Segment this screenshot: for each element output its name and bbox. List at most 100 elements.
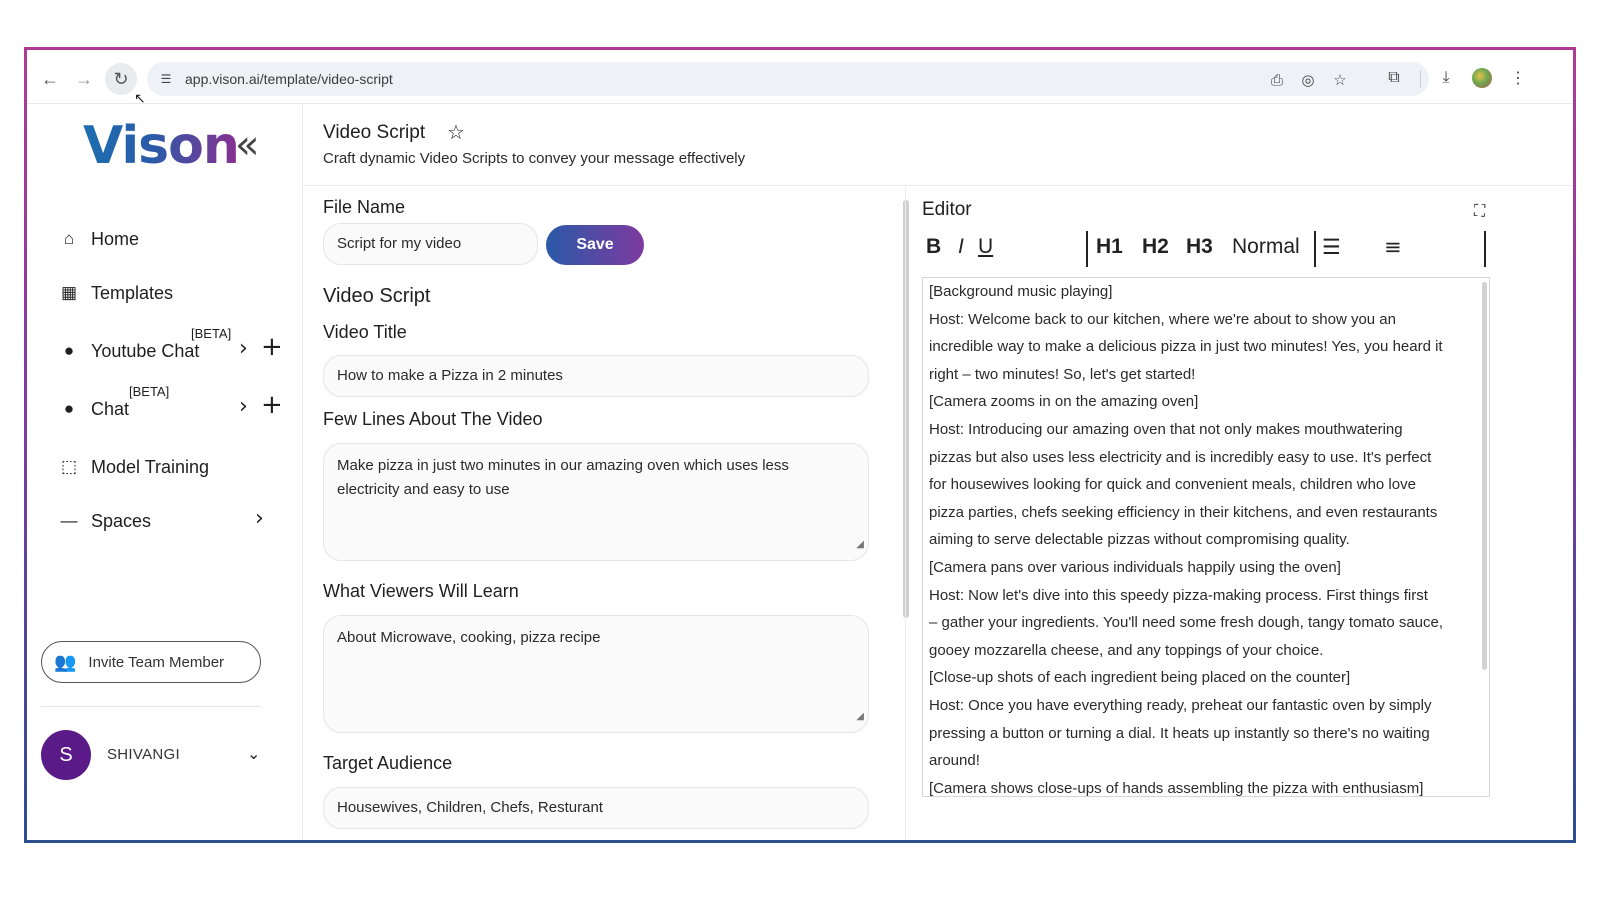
back-arrow-icon[interactable]: ← [39,68,61,90]
editor-line: aiming to serve delectable pizzas withou… [929,531,1350,549]
editor-line: [Camera pans over various individuals ha… [929,558,1341,576]
editor-line: incredible way to make a delicious pizza… [929,338,1443,356]
install-app-icon[interactable]: ⎙ [1267,70,1287,90]
audience-input[interactable]: Housewives, Children, Chefs, Resturant [323,787,869,829]
browser-toolbar: ← → ↻ ↖ ☰ app.vison.ai/template/video-sc… [27,50,1573,106]
add-youtube-chat-icon[interactable]: + [261,332,283,362]
sidebar-item-label: Spaces [91,510,152,531]
sidebar-item-templates[interactable]: ▦ Templates [57,278,173,308]
download-icon[interactable]: ⤓ [1435,67,1457,89]
bold-button[interactable]: B [926,235,941,259]
few-lines-textarea[interactable]: Make pizza in just two minutes in our am… [323,443,869,561]
section-title: Video Script [323,285,431,307]
extensions-icon[interactable]: ⧉ [1383,67,1405,89]
divider [41,706,261,707]
editor-line: pizza parties, chefs seeking efficiency … [929,503,1438,521]
chevron-right-icon[interactable]: › [255,506,264,531]
templates-icon: ▦ [60,283,78,302]
chevron-down-icon[interactable]: ⌄ [247,744,260,763]
bullet-list-icon[interactable]: ☰ [1322,235,1341,259]
editor-line: Host: Once you have everything ready, pr… [929,696,1432,714]
address-bar[interactable]: ☰ app.vison.ai/template/video-script ⎙ ◎… [147,62,1429,96]
resize-handle-icon[interactable]: ◢ [856,533,864,557]
resize-handle-icon[interactable]: ◢ [856,705,864,729]
avatar[interactable]: S [41,730,91,780]
sidebar-item-youtube-chat[interactable]: ● Youtube Chat [57,336,200,366]
site-info-icon[interactable]: ☰ [155,68,177,90]
video-title-input[interactable]: How to make a Pizza in 2 minutes [323,355,869,397]
reload-icon[interactable]: ↻ [105,63,137,95]
chat-bubble-icon: ● [63,399,75,418]
editor-line: [Close-up shots of each ingredient being… [929,669,1351,687]
sidebar-item-spaces[interactable]: — Spaces [57,506,152,536]
model-training-icon: ⬚ [60,457,78,476]
sidebar-item-model-training[interactable]: ⬚ Model Training [57,452,209,482]
learn-textarea[interactable]: About Microwave, cooking, pizza recipe ◢ [323,615,869,733]
editor-line: right – two minutes! So, let's get start… [929,365,1196,383]
more-menu-icon[interactable]: ⋮ [1507,67,1529,89]
toolbar-divider [1314,231,1316,267]
h2-button[interactable]: H2 [1142,235,1169,259]
user-name[interactable]: SHIVANGI [107,746,180,763]
chat-bubble-icon: ● [63,341,75,360]
editor-title: Editor [922,199,972,220]
favorite-star-icon[interactable]: ☆ [447,120,465,144]
minus-icon: — [60,511,78,530]
script-form: File Name Script for my video Save Video… [303,187,893,840]
forward-arrow-icon[interactable]: → [73,68,95,90]
audience-label: Target Audience [323,753,453,773]
sidebar-item-label: Youtube Chat [91,340,200,361]
sidebar-item-chat[interactable]: ● Chat [57,394,129,424]
editor-line: for housewives looking for quick and con… [929,476,1416,494]
underline-button[interactable]: U [978,235,993,259]
editor-line: pizzas but also uses less electricity an… [929,448,1432,466]
profile-avatar-icon[interactable] [1472,68,1492,88]
browser-window: ← → ↻ ↖ ☰ app.vison.ai/template/video-sc… [24,47,1576,843]
add-chat-icon[interactable]: + [261,390,283,420]
sidebar-item-label: Templates [91,282,174,303]
editor-line: gooey mozzarella cheese, and any topping… [929,641,1324,659]
page-subtitle: Craft dynamic Video Scripts to convey yo… [323,150,746,167]
toolbar-divider [1420,70,1421,88]
editor-line: – gather your ingredients. You'll need s… [929,614,1444,632]
add-people-icon: 👥 [54,651,77,672]
chevron-right-icon[interactable]: › [239,394,248,419]
editor-panel: Editor ⛶ B I U H1 H2 H3 Normal ☰ ≡ [Back… [905,187,1573,840]
bookmark-star-icon[interactable]: ☆ [1330,70,1350,90]
video-title-label: Video Title [323,322,407,342]
editor-line: Host: Welcome back to our kitchen, where… [929,310,1396,328]
italic-button[interactable]: I [958,235,964,259]
chevron-right-icon[interactable]: › [239,336,248,361]
sidebar-item-label: Home [91,228,140,249]
fullscreen-icon[interactable]: ⛶ [1474,201,1485,221]
page-header: Video Script ☆ Craft dynamic Video Scrip… [303,104,1573,186]
vison-logo[interactable]: Vison [83,116,240,176]
page-title: Video Script [323,122,426,143]
save-button[interactable]: Save [546,225,644,265]
toolbar-divider [1484,231,1486,267]
editor-line: around! [929,752,980,770]
collapse-sidebar-icon[interactable]: « [235,122,259,168]
eye-off-icon[interactable]: ◎ [1298,70,1318,90]
editor-line: [Camera zooms in on the amazing oven] [929,393,1199,411]
invite-team-member-button[interactable]: 👥 Invite Team Member [41,641,261,683]
toolbar-divider [1086,231,1088,267]
editor-line: Host: Introducing our amazing oven that … [929,420,1403,438]
numbered-list-icon[interactable]: ≡ [1384,235,1402,259]
normal-text-button[interactable]: Normal [1232,235,1300,259]
file-name-label: File Name [323,197,406,217]
file-name-input[interactable]: Script for my video [323,223,538,265]
sidebar-item-label: Model Training [91,456,210,477]
learn-label: What Viewers Will Learn [323,581,519,601]
home-icon: ⌂ [63,229,75,248]
editor-line: [Background music playing] [929,283,1113,300]
editor-content[interactable]: [Background music playing] Host: Welcome … [922,277,1490,797]
learn-text: About Microwave, cooking, pizza recipe [337,629,601,646]
url-text[interactable]: app.vison.ai/template/video-script [185,71,393,87]
h1-button[interactable]: H1 [1096,235,1123,259]
sidebar-item-home[interactable]: ⌂ Home [57,224,139,254]
few-lines-label: Few Lines About The Video [323,409,543,429]
h3-button[interactable]: H3 [1186,235,1213,259]
beta-badge: [BETA] [129,384,170,399]
editor-scrollbar[interactable] [1482,282,1487,670]
